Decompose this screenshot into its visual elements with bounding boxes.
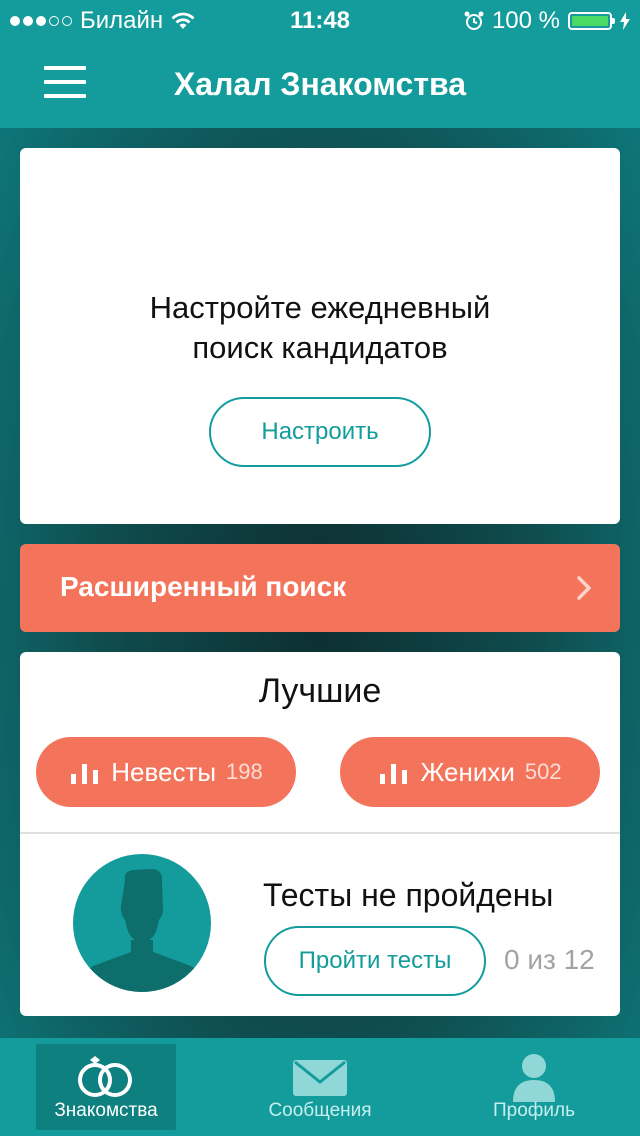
divider <box>20 832 620 834</box>
battery-percent: 100 % <box>491 7 560 34</box>
tab-bar: Знакомства Сообщения Профиль <box>0 1038 640 1136</box>
navbar: Халал Знакомства <box>0 40 640 128</box>
daily-search-prompt: Настройте ежедневный поиск кандидатов <box>20 288 620 368</box>
tests-progress: 0 из 12 <box>504 944 595 975</box>
tab-dating[interactable]: Знакомства <box>36 1044 176 1130</box>
battery-icon <box>568 12 615 30</box>
tab-dating-label: Знакомства <box>54 1100 158 1121</box>
grooms-button[interactable]: Женихи 502 <box>340 737 600 807</box>
brides-label: Невесты <box>111 756 217 787</box>
tests-title: Тесты не пройдены <box>263 877 554 913</box>
tab-messages-label: Сообщения <box>268 1100 372 1121</box>
best-card: Лучшие Невесты 198 Женихи 502 Тесты не п… <box>20 652 620 1016</box>
status-right: 100 % <box>464 7 630 35</box>
advanced-search-label: Расширенный поиск <box>60 571 347 602</box>
envelope-icon <box>293 1060 347 1096</box>
tab-messages[interactable]: Сообщения <box>250 1044 390 1130</box>
chevron-right-icon <box>577 576 591 600</box>
take-tests-button[interactable]: Пройти тесты <box>264 926 486 996</box>
rings-icon <box>78 1056 132 1097</box>
tab-profile-label: Профиль <box>492 1100 576 1121</box>
grooms-count: 502 <box>524 759 562 784</box>
status-bar: Билайн 11:48 100 % <box>0 0 640 40</box>
advanced-search-button[interactable]: Расширенный поиск <box>20 544 620 632</box>
daily-search-card: Настройте ежедневный поиск кандидатов На… <box>20 148 620 524</box>
daily-search-prompt-line2: поиск кандидатов <box>192 330 448 365</box>
brides-count: 198 <box>226 759 263 784</box>
daily-search-prompt-line1: Настройте ежедневный <box>149 290 491 325</box>
configure-button[interactable]: Настроить <box>209 397 431 467</box>
tab-profile[interactable]: Профиль <box>464 1044 604 1130</box>
brides-button[interactable]: Невесты 198 <box>36 737 296 807</box>
bar-chart-icon <box>71 764 99 784</box>
best-title: Лучшие <box>258 672 382 710</box>
bar-chart-icon <box>380 764 408 784</box>
person-icon <box>513 1054 555 1102</box>
avatar <box>73 854 211 992</box>
grooms-label: Женихи <box>420 756 515 787</box>
app-title: Халал Знакомства <box>173 66 467 102</box>
alarm-icon <box>464 11 484 30</box>
top-bar: Билайн 11:48 100 % Халал Знакомства <box>0 0 640 128</box>
charging-icon <box>620 12 630 30</box>
